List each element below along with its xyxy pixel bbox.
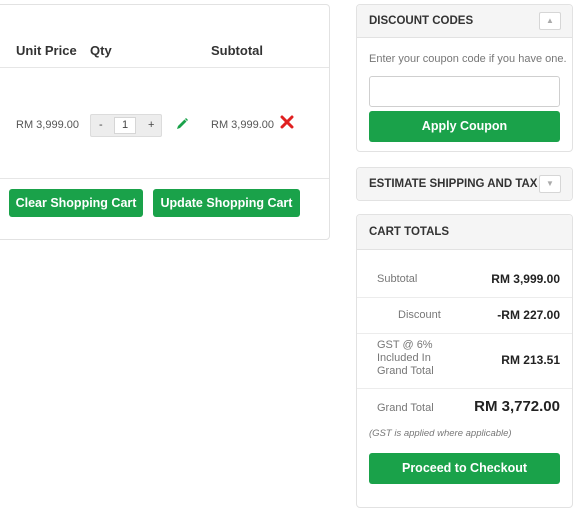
quantity-stepper: - 1 + xyxy=(90,114,162,137)
coupon-code-input[interactable] xyxy=(369,76,560,107)
totals-row-grand-total: Grand Total RM 3,772.00 xyxy=(357,388,572,424)
subtotal-label: Subtotal xyxy=(377,273,418,285)
discount-codes-title: DISCOUNT CODES xyxy=(369,15,474,27)
proceed-to-checkout-button[interactable]: Proceed to Checkout xyxy=(369,453,560,484)
totals-row-subtotal: Subtotal RM 3,999.00 xyxy=(357,261,572,298)
delete-icon[interactable] xyxy=(280,115,294,129)
gst-note: (GST is applied where applicable) xyxy=(369,428,512,439)
chevron-down-icon[interactable]: ▼ xyxy=(539,175,561,193)
shopping-cart-table: Unit Price Qty Subtotal RM 3,999.00 - 1 … xyxy=(0,4,330,240)
chevron-up-icon[interactable]: ▲ xyxy=(539,12,561,30)
item-unit-price: RM 3,999.00 xyxy=(16,119,79,131)
apply-coupon-button[interactable]: Apply Coupon xyxy=(369,111,560,142)
discount-label: Discount xyxy=(398,309,441,321)
discount-codes-header[interactable]: DISCOUNT CODES ▲ xyxy=(357,5,572,38)
coupon-hint: Enter your coupon code if you have one. xyxy=(369,53,567,65)
totals-row-gst: GST @ 6% Included In Grand Total RM 213.… xyxy=(357,333,572,389)
item-subtotal: RM 3,999.00 xyxy=(211,119,274,131)
clear-shopping-cart-button[interactable]: Clear Shopping Cart xyxy=(9,189,143,217)
gst-label-line1: GST @ 6% xyxy=(377,339,433,351)
cart-table-header: Unit Price Qty Subtotal xyxy=(0,5,329,68)
cart-totals-header: CART TOTALS xyxy=(357,215,572,250)
gst-value: RM 213.51 xyxy=(501,353,560,367)
update-shopping-cart-button[interactable]: Update Shopping Cart xyxy=(153,189,300,217)
cart-totals-box: CART TOTALS Subtotal RM 3,999.00 Discoun… xyxy=(356,214,573,508)
totals-row-discount: Discount -RM 227.00 xyxy=(357,297,572,334)
header-qty: Qty xyxy=(90,43,112,58)
qty-input[interactable]: 1 xyxy=(114,117,136,134)
cart-totals-title: CART TOTALS xyxy=(369,226,450,238)
qty-decrement-button[interactable]: - xyxy=(99,119,103,131)
discount-value: -RM 227.00 xyxy=(497,308,560,322)
subtotal-value: RM 3,999.00 xyxy=(491,272,560,286)
header-unit-price: Unit Price xyxy=(16,43,77,58)
estimate-shipping-header[interactable]: ESTIMATE SHIPPING AND TAX ▼ xyxy=(357,168,572,200)
gst-label-line3: Grand Total xyxy=(377,365,434,377)
gst-label-line2: Included In xyxy=(377,352,431,364)
cart-actions-divider xyxy=(0,178,329,179)
estimate-shipping-box: ESTIMATE SHIPPING AND TAX ▼ xyxy=(356,167,573,201)
estimate-shipping-title: ESTIMATE SHIPPING AND TAX xyxy=(369,178,538,190)
qty-increment-button[interactable]: + xyxy=(148,119,154,131)
header-subtotal: Subtotal xyxy=(211,43,263,58)
discount-codes-box: DISCOUNT CODES ▲ Enter your coupon code … xyxy=(356,4,573,152)
grand-total-value: RM 3,772.00 xyxy=(474,398,560,415)
grand-total-label: Grand Total xyxy=(377,402,434,414)
pencil-icon[interactable] xyxy=(175,117,189,131)
